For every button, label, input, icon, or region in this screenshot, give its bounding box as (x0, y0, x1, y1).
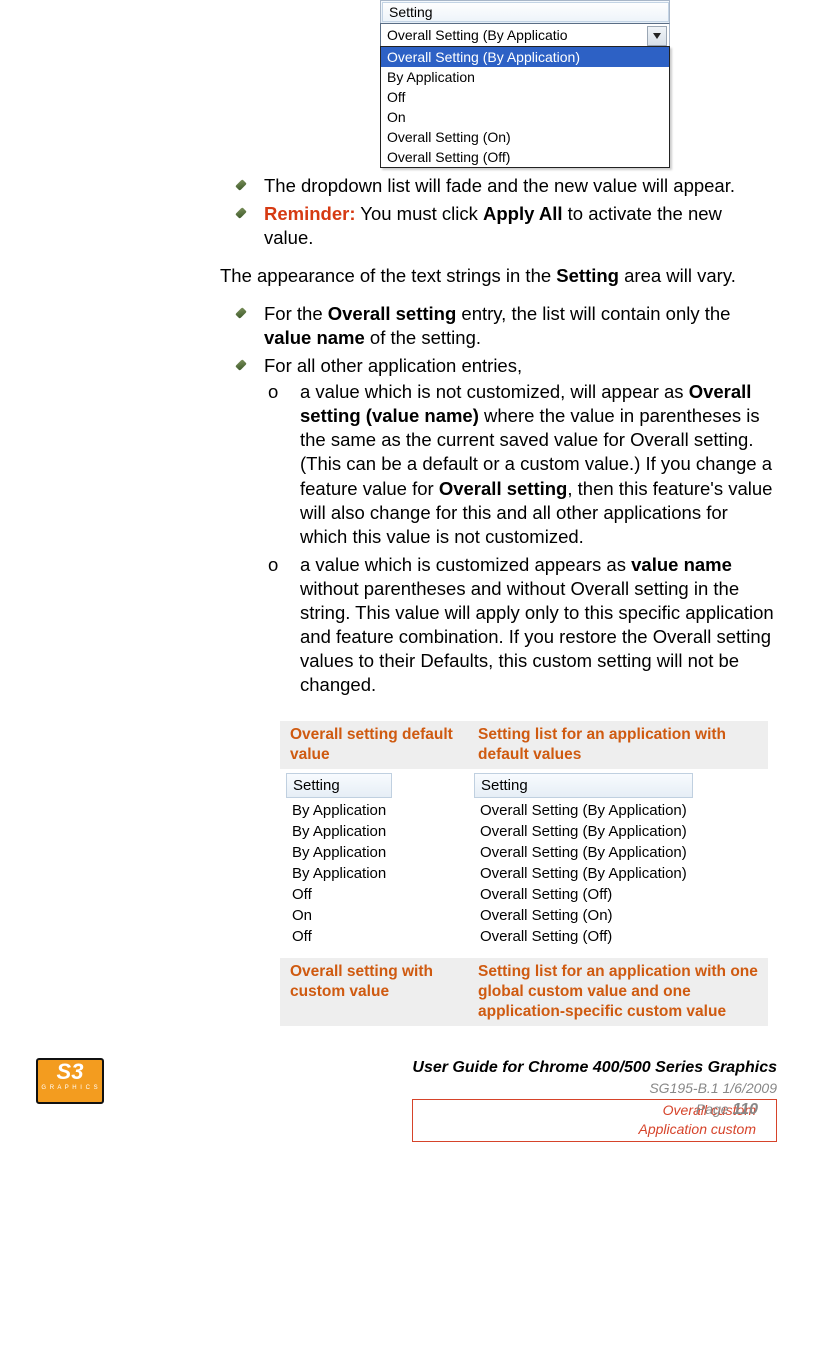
dropdown-column-header: Setting (380, 0, 670, 23)
list-item: For the Overall setting entry, the list … (220, 302, 774, 350)
mini-list-header: Setting (286, 773, 392, 798)
mini-list-row: Overall Setting (By Application) (474, 800, 693, 821)
mini-list-row: Off (286, 884, 392, 905)
mini-list-row: On (286, 905, 392, 926)
page-footer: S3 G R A P H I C S User Guide for Chrome… (0, 1058, 819, 1114)
list-item: Reminder: You must click Apply All to ac… (220, 202, 774, 250)
s3-logo: S3 G R A P H I C S (36, 1058, 104, 1104)
table-cell: Setting Overall Setting (By Application)… (468, 769, 768, 958)
table-header: Setting list for an application with one… (468, 958, 768, 1026)
mini-list-row: Off (286, 926, 392, 947)
sub-list-item: a value which is not customized, will ap… (264, 380, 774, 548)
mini-list-row: Overall Setting (Off) (474, 884, 693, 905)
dropdown-option[interactable]: Overall Setting (Off) (381, 147, 669, 167)
dropdown-selected-value: Overall Setting (By Applicatio (387, 26, 568, 44)
dropdown-select[interactable]: Overall Setting (By Applicatio (380, 23, 670, 46)
dropdown-option[interactable]: Off (381, 87, 669, 107)
reminder-label: Reminder: (264, 203, 356, 224)
setting-dropdown-figure: Setting Overall Setting (By Applicatio O… (380, 0, 670, 168)
footnote-box: Page 110 Overall custom Application cust… (412, 1099, 777, 1141)
table-header: Setting list for an application with def… (468, 721, 768, 769)
chevron-down-icon[interactable] (647, 26, 667, 46)
mini-list-row: By Application (286, 842, 392, 863)
mini-list-row: By Application (286, 863, 392, 884)
mini-list-row: By Application (286, 821, 392, 842)
table-cell: Setting By Application By Application By… (280, 769, 468, 958)
sub-list-item: a value which is customized appears as v… (264, 553, 774, 697)
bullet-text: The dropdown list will fade and the new … (264, 175, 735, 196)
mini-list-row: Overall Setting (On) (474, 905, 693, 926)
mini-list-row: Overall Setting (Off) (474, 926, 693, 947)
footer-meta: SG195-B.1 1/6/2009 (412, 1079, 777, 1097)
mini-list-header: Setting (474, 773, 693, 798)
dropdown-option[interactable]: On (381, 107, 669, 127)
dropdown-option[interactable]: By Application (381, 67, 669, 87)
dropdown-option[interactable]: Overall Setting (By Application) (381, 47, 669, 67)
paragraph: The appearance of the text strings in th… (220, 264, 774, 288)
list-item: For all other application entries, a val… (220, 354, 774, 697)
list-item: The dropdown list will fade and the new … (220, 174, 774, 198)
mini-list-row: By Application (286, 800, 392, 821)
dropdown-list: Overall Setting (By Application) By Appl… (380, 46, 670, 168)
mini-list-row: Overall Setting (By Application) (474, 863, 693, 884)
mini-list-row: Overall Setting (By Application) (474, 821, 693, 842)
dropdown-option[interactable]: Overall Setting (On) (381, 127, 669, 147)
table-header: Overall setting default value (280, 721, 468, 769)
settings-comparison-table: Overall setting default value Setting li… (280, 721, 768, 1027)
table-header: Overall setting with custom value (280, 958, 468, 1026)
mini-list-row: Overall Setting (By Application) (474, 842, 693, 863)
dropdown-header-label: Setting (389, 3, 433, 21)
footer-title: User Guide for Chrome 400/500 Series Gra… (412, 1058, 777, 1079)
footnote-line: Application custom (638, 1121, 756, 1137)
